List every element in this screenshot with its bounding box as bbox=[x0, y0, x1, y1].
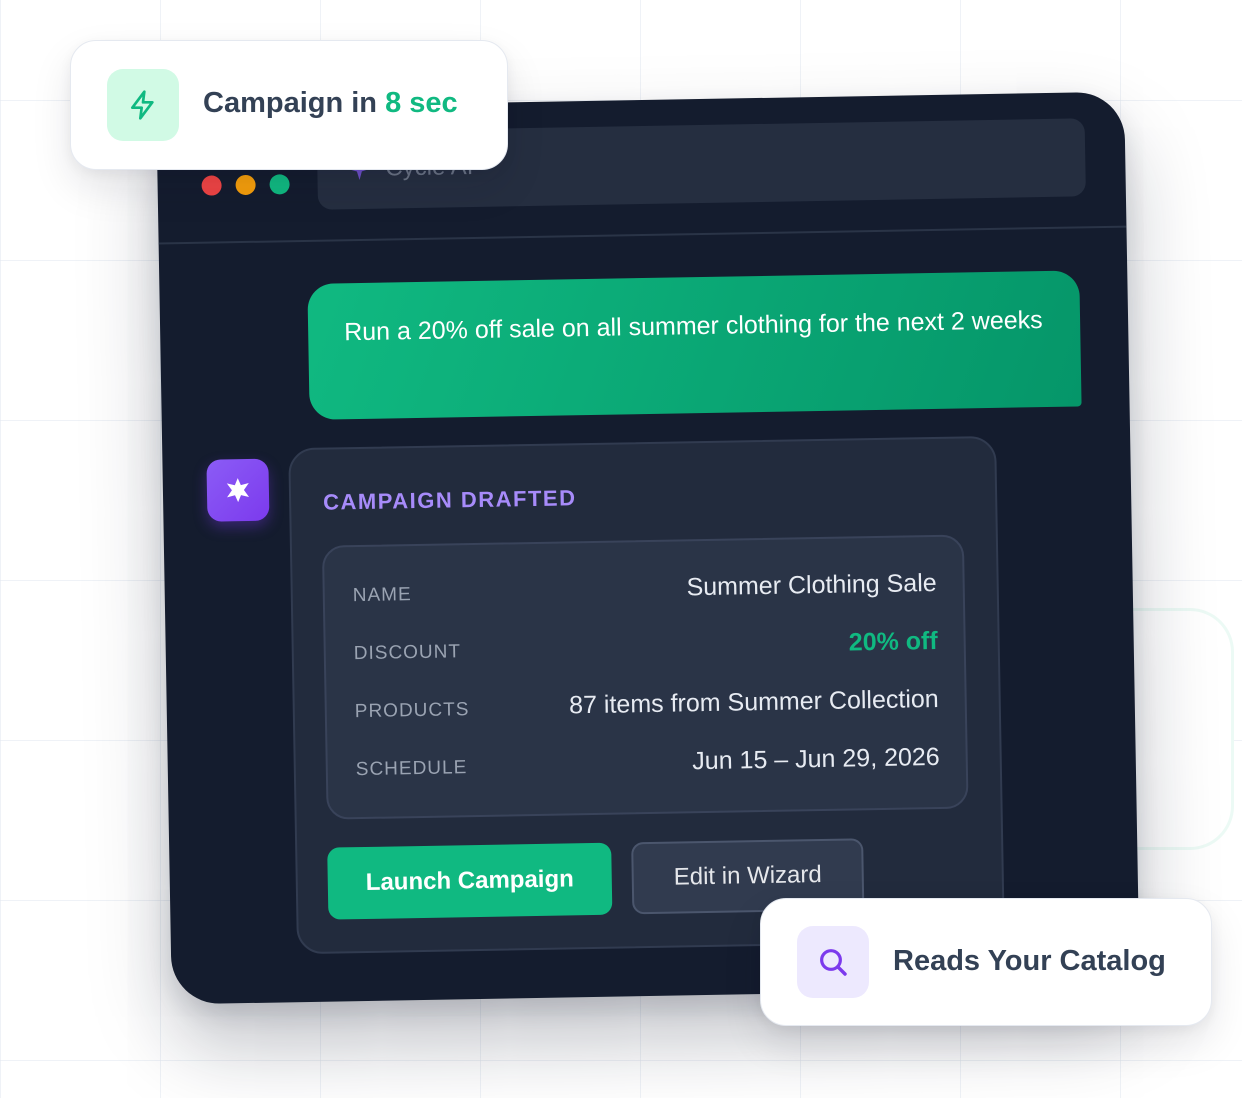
detail-value-name: Summer Clothing Sale bbox=[686, 568, 937, 602]
lightning-icon bbox=[107, 69, 179, 141]
speed-badge: Campaign in 8 sec bbox=[70, 40, 508, 170]
detail-label: DISCOUNT bbox=[353, 641, 462, 665]
catalog-badge: Reads Your Catalog bbox=[760, 898, 1212, 1026]
window-close-dot[interactable] bbox=[201, 175, 222, 196]
detail-row-products: PRODUCTS 87 items from Summer Collection bbox=[354, 683, 939, 733]
card-title: CAMPAIGN DRAFTED bbox=[322, 485, 577, 515]
user-message-bubble: Run a 20% off sale on all summer clothin… bbox=[307, 270, 1082, 420]
launch-campaign-button[interactable]: Launch Campaign bbox=[327, 842, 613, 920]
user-message-text: Run a 20% off sale on all summer clothin… bbox=[343, 306, 1043, 347]
speed-badge-highlight: 8 sec bbox=[385, 87, 458, 119]
catalog-badge-text: Reads Your Catalog bbox=[893, 945, 1166, 977]
window-minimize-dot[interactable] bbox=[235, 174, 256, 196]
detail-label: NAME bbox=[352, 584, 412, 607]
detail-row-discount: DISCOUNT 20% off bbox=[353, 625, 938, 675]
search-icon bbox=[797, 926, 869, 998]
campaign-draft-card: CAMPAIGN DRAFTED NAME Summer Clothing Sa… bbox=[288, 435, 1005, 955]
window-maximize-dot[interactable] bbox=[269, 174, 290, 195]
detail-label: SCHEDULE bbox=[355, 757, 468, 781]
detail-label: PRODUCTS bbox=[354, 699, 470, 723]
hero-illustration: Cycle AI Run a 20% off sale on all summe… bbox=[0, 0, 1242, 1098]
speed-badge-prefix: Campaign in bbox=[203, 87, 386, 119]
app-window: Cycle AI Run a 20% off sale on all summe… bbox=[156, 91, 1140, 1005]
detail-row-name: NAME Summer Clothing Sale bbox=[352, 567, 937, 617]
sparkle-icon bbox=[226, 478, 250, 503]
detail-value-schedule: Jun 15 – Jun 29, 2026 bbox=[692, 742, 940, 776]
assistant-avatar bbox=[206, 458, 270, 522]
campaign-details: NAME Summer Clothing Sale DISCOUNT 20% o… bbox=[321, 534, 969, 820]
detail-value-products: 87 items from Summer Collection bbox=[568, 684, 939, 720]
detail-value-discount: 20% off bbox=[848, 626, 938, 657]
detail-row-schedule: SCHEDULE Jun 15 – Jun 29, 2026 bbox=[356, 741, 941, 791]
speed-badge-text: Campaign in 8 sec bbox=[203, 87, 458, 120]
